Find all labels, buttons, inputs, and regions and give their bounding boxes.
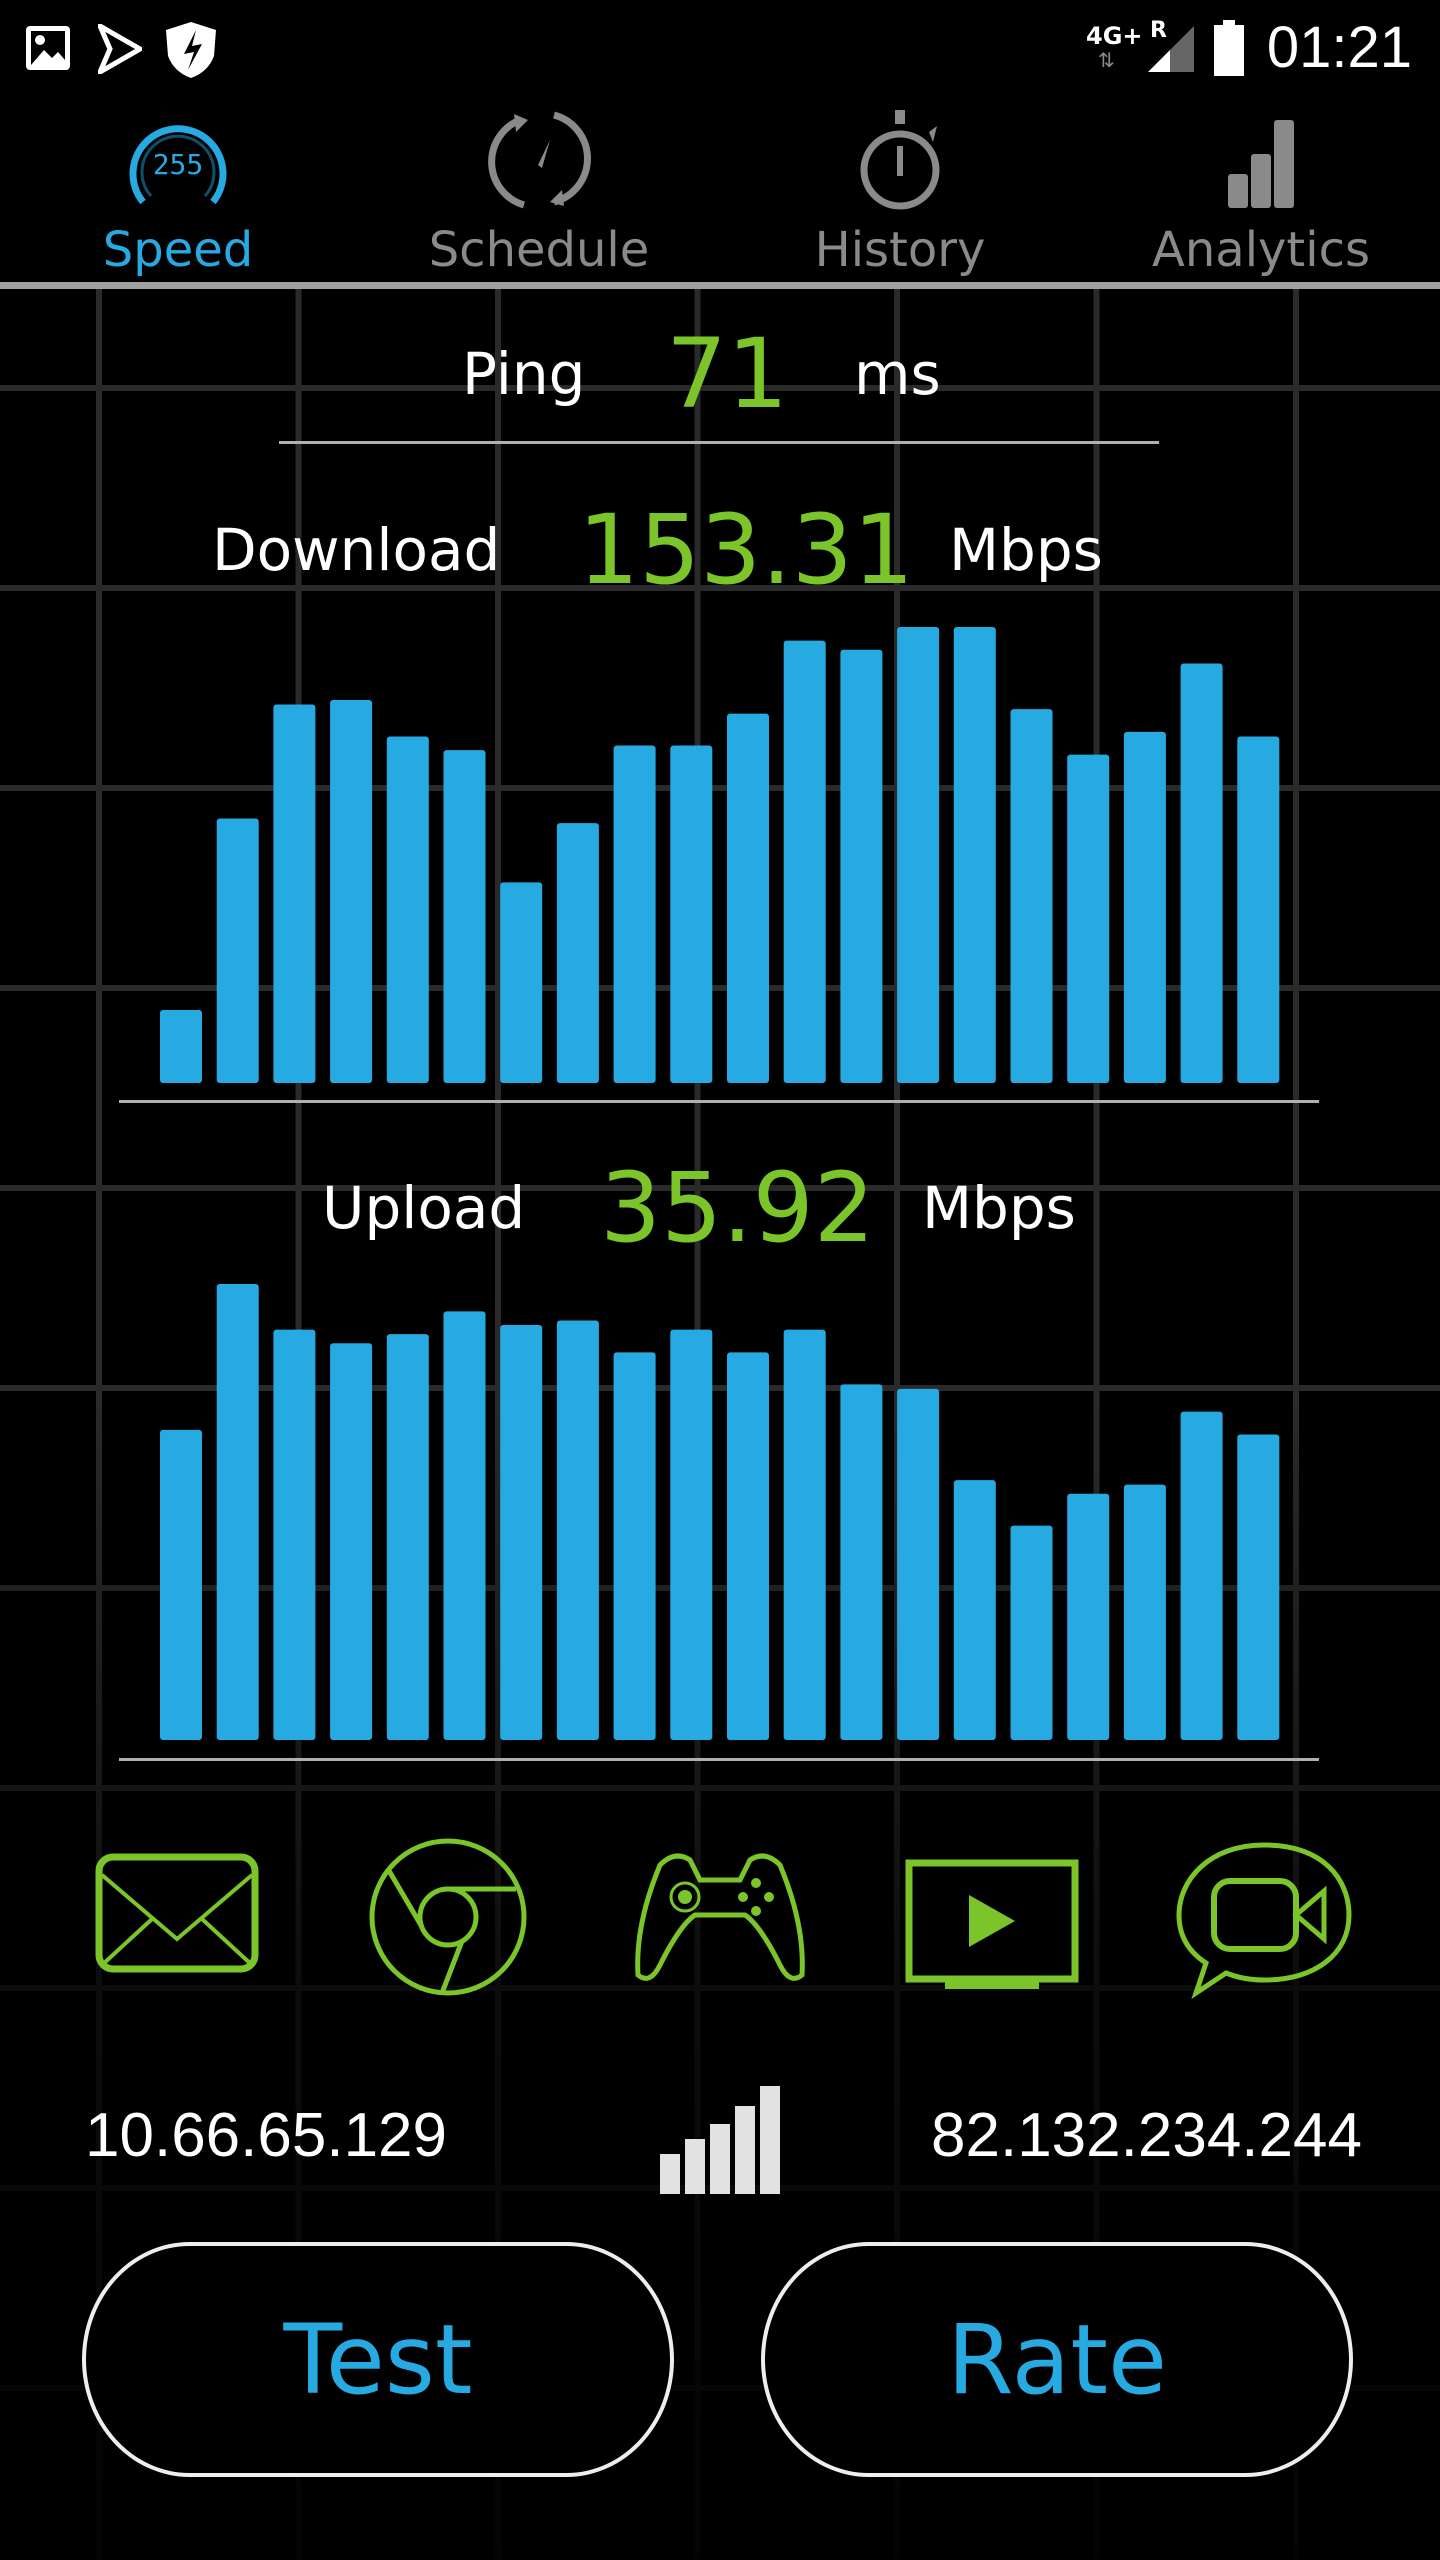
download-bar (500, 882, 543, 1083)
upload-bar (160, 1429, 202, 1740)
upload-bar (840, 1384, 883, 1740)
download-bar (273, 704, 316, 1083)
test-button[interactable]: Test (82, 2242, 674, 2477)
upload-bar (386, 1334, 429, 1740)
download-bar (443, 750, 486, 1083)
download-bar (386, 736, 429, 1083)
download-bar (840, 649, 883, 1083)
gamepad-icon (635, 1853, 805, 1981)
upload-bar (1123, 1484, 1166, 1740)
download-bar (670, 745, 713, 1083)
upload-bar (273, 1329, 316, 1740)
download-bar (556, 823, 599, 1083)
download-bar (1180, 663, 1223, 1083)
upload-bar (783, 1329, 826, 1740)
download-baseline (119, 1100, 1319, 1103)
upload-unit: Mbps (922, 1174, 1076, 1242)
upload-label: Upload (322, 1174, 526, 1242)
download-bar (160, 1010, 202, 1083)
video-chat-icon (1176, 1842, 1352, 2000)
download-bar (1237, 736, 1280, 1083)
upload-bar (1237, 1434, 1280, 1740)
upload-bar (500, 1325, 543, 1740)
upload-bar (1067, 1493, 1110, 1740)
download-bar (953, 627, 996, 1083)
download-bar (783, 640, 826, 1083)
upload-bar (443, 1311, 486, 1740)
upload-bar (953, 1480, 996, 1740)
video-play-icon (905, 1859, 1079, 1989)
download-bar (1123, 731, 1166, 1083)
download-bar (216, 818, 259, 1083)
download-bar (727, 713, 769, 1083)
download-bar (1010, 709, 1053, 1083)
download-bar (1067, 754, 1110, 1083)
signal-strength-icon (660, 2086, 780, 2194)
upload-bar (670, 1329, 713, 1740)
upload-bar (1180, 1411, 1223, 1740)
email-icon (95, 1853, 259, 1973)
upload-value: 35.92 (600, 1152, 875, 1264)
upload-bar (216, 1284, 259, 1740)
download-bar (330, 699, 373, 1083)
upload-bar (330, 1343, 373, 1740)
download-bar (613, 745, 656, 1083)
browser-icon (369, 1838, 527, 1996)
upload-baseline (119, 1758, 1319, 1761)
upload-bar (1010, 1525, 1053, 1740)
download-bar (897, 627, 940, 1083)
local-ip: 10.66.65.129 (85, 2101, 448, 2170)
upload-bar (897, 1388, 940, 1740)
rate-button[interactable]: Rate (761, 2242, 1353, 2477)
upload-bar (556, 1320, 599, 1740)
public-ip: 82.132.234.244 (931, 2101, 1362, 2170)
upload-bar (613, 1352, 656, 1740)
upload-bar (727, 1352, 769, 1740)
